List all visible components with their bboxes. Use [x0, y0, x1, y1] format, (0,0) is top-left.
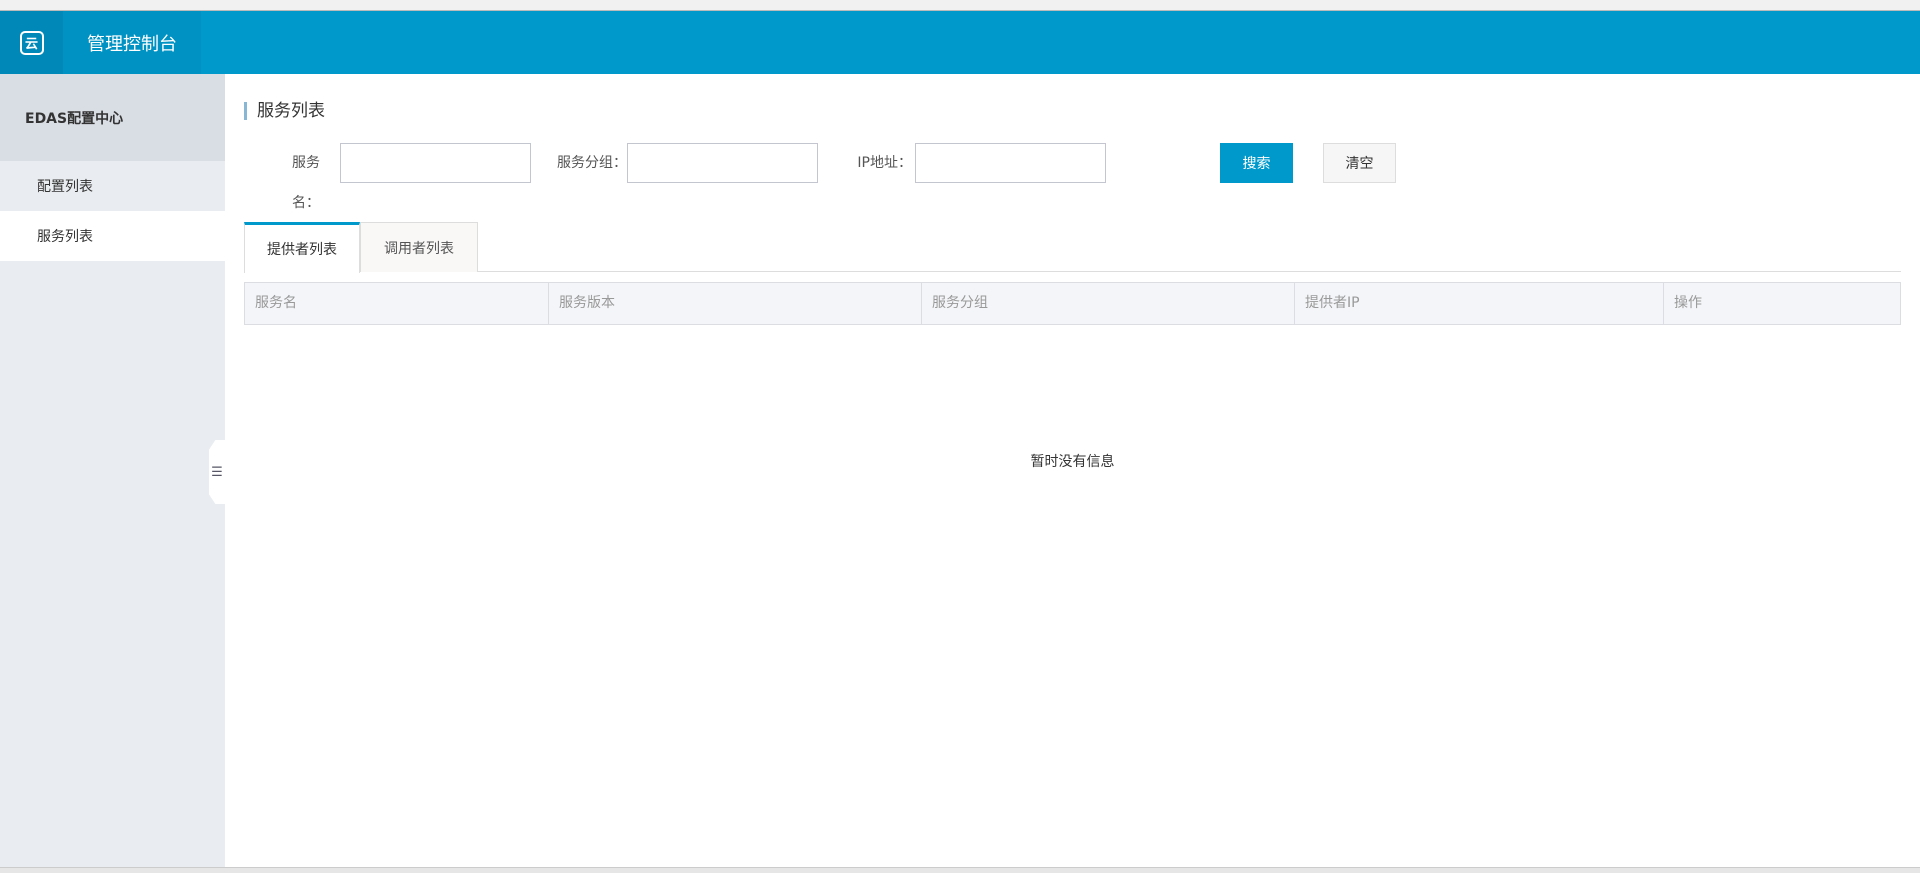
empty-message: 暂时没有信息	[1030, 454, 1115, 470]
collapse-icon[interactable]: ☰	[209, 440, 225, 504]
page-title: 服务列表	[244, 102, 325, 120]
clear-button[interactable]: 清空	[1323, 143, 1396, 183]
ip-label: IP地址：	[857, 155, 912, 171]
main-content: 服务列表 服务名： 服务分组： IP地址： 搜索 清空 提供者列表 调用者列表 …	[225, 74, 1920, 867]
tab-bar: 提供者列表 调用者列表	[244, 222, 1901, 273]
browser-bookmarks-bar	[0, 0, 1920, 11]
home-logo[interactable]: 云	[0, 11, 63, 74]
search-button[interactable]: 搜索	[1220, 143, 1293, 183]
service-group-label: 服务分组：	[557, 155, 627, 171]
sidebar-item-service-list[interactable]: 服务列表	[0, 211, 225, 261]
sidebar: EDAS配置中心 配置列表 服务列表	[0, 74, 225, 867]
column-actions: 操作	[1674, 295, 1702, 311]
bottom-scrollbar[interactable]	[0, 867, 1920, 873]
column-service-group: 服务分组	[922, 283, 1295, 324]
column-service-version: 服务版本	[549, 283, 922, 324]
sidebar-title: EDAS配置中心	[0, 74, 225, 161]
service-group-input[interactable]	[627, 143, 818, 183]
service-name-input[interactable]	[340, 143, 531, 183]
column-provider-ip: 提供者IP	[1295, 283, 1664, 324]
tab-consumers[interactable]: 调用者列表	[360, 222, 478, 272]
console-title[interactable]: 管理控制台	[63, 11, 201, 74]
ip-input[interactable]	[915, 143, 1106, 183]
service-name-label: 服务名：	[292, 155, 320, 211]
column-service-name: 服务名	[245, 283, 549, 324]
cloud-logo-icon: 云	[19, 30, 44, 55]
top-header: 云 管理控制台	[0, 11, 1920, 74]
tab-providers[interactable]: 提供者列表	[244, 222, 360, 273]
table-header: 服务名 服务版本 服务分组 提供者IP 操作	[244, 282, 1901, 325]
sidebar-item-config-list[interactable]: 配置列表	[0, 161, 225, 211]
